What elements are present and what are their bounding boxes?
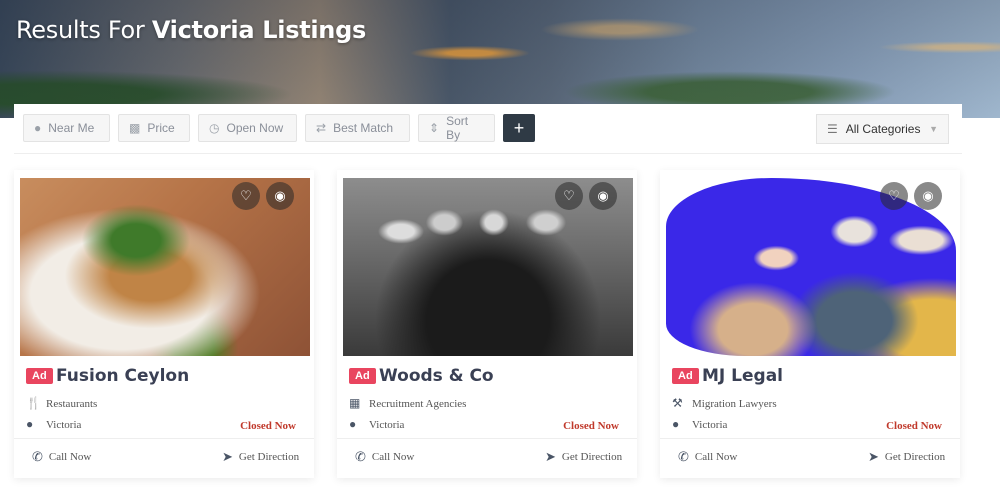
clock-icon: ◷ bbox=[209, 121, 220, 135]
listing-category[interactable]: 🍴 Restaurants bbox=[26, 396, 97, 411]
direction-label: Get Direction bbox=[238, 451, 300, 463]
sort-by-button[interactable]: ⇕ Sort By bbox=[418, 114, 495, 142]
price-button[interactable]: ▩ Price bbox=[118, 114, 190, 142]
categories-select[interactable]: ☰ All Categories ▼ bbox=[816, 114, 949, 144]
status-badge: Closed Now bbox=[886, 420, 942, 432]
map-pin-icon: ● bbox=[26, 417, 34, 431]
location-label: Victoria bbox=[369, 418, 405, 431]
chevron-down-icon: ▼ bbox=[929, 124, 938, 134]
listing-image[interactable] bbox=[343, 178, 633, 356]
listing-location: ● Victoria bbox=[26, 417, 81, 432]
money-icon: ▩ bbox=[129, 121, 141, 135]
ad-badge: Ad bbox=[349, 368, 376, 384]
near-me-label: Near Me bbox=[48, 121, 95, 135]
utensils-icon: 🍴 bbox=[26, 396, 41, 410]
call-label: Call Now bbox=[694, 451, 738, 463]
listing-image[interactable] bbox=[666, 178, 956, 356]
hero-banner: Results For Victoria Listings bbox=[0, 0, 1000, 118]
listing-location: ● Victoria bbox=[349, 417, 404, 432]
call-label: Call Now bbox=[48, 451, 92, 463]
image-blob bbox=[666, 178, 956, 356]
sort-by-label: Sort By bbox=[446, 114, 469, 142]
listing-category[interactable]: ⚒ Migration Lawyers bbox=[672, 396, 777, 411]
divider bbox=[660, 438, 960, 439]
direction-label: Get Direction bbox=[884, 451, 946, 463]
category-label: Restaurants bbox=[46, 397, 98, 410]
direction-label: Get Direction bbox=[561, 451, 623, 463]
categories-label: All Categories bbox=[845, 122, 921, 136]
map-pin-icon: ● bbox=[34, 121, 42, 135]
heart-icon[interactable]: ♡ bbox=[232, 182, 260, 210]
listing-location: ● Victoria bbox=[672, 417, 727, 432]
call-now-button[interactable]: ✆ Call Now bbox=[32, 449, 91, 465]
divider bbox=[14, 438, 314, 439]
listing-card[interactable]: ♡ ◉ Ad MJ Legal ⚒ Migration Lawyers ● Vict… bbox=[660, 170, 960, 478]
get-direction-button[interactable]: ➤ Get Direction bbox=[222, 449, 299, 465]
listing-title[interactable]: Woods & Co bbox=[379, 366, 494, 386]
open-now-button[interactable]: ◷ Open Now bbox=[198, 114, 297, 142]
best-match-label: Best Match bbox=[333, 121, 394, 135]
direction-icon: ➤ bbox=[868, 449, 879, 464]
listing-card[interactable]: ♡ ◉ Ad Woods & Co ▦ Recruitment Agencies … bbox=[337, 170, 637, 478]
ad-badge: Ad bbox=[26, 368, 53, 384]
phone-icon: ✆ bbox=[355, 449, 366, 464]
listing-title[interactable]: Fusion Ceylon bbox=[56, 366, 189, 386]
listing-title[interactable]: MJ Legal bbox=[702, 366, 783, 386]
heart-icon[interactable]: ♡ bbox=[555, 182, 583, 210]
filter-bar: ● Near Me ▩ Price ◷ Open Now ⇄ Best Match ⇕ S… bbox=[14, 104, 962, 154]
status-badge: Closed Now bbox=[240, 420, 296, 432]
price-label: Price bbox=[147, 121, 175, 135]
category-label: Recruitment Agencies bbox=[369, 397, 467, 410]
gavel-icon: ⚒ bbox=[672, 396, 683, 410]
ad-badge: Ad bbox=[672, 368, 699, 384]
location-label: Victoria bbox=[692, 418, 728, 431]
call-now-button[interactable]: ✆ Call Now bbox=[355, 449, 414, 465]
status-badge: Closed Now bbox=[563, 420, 619, 432]
best-match-button[interactable]: ⇄ Best Match bbox=[305, 114, 410, 142]
get-direction-button[interactable]: ➤ Get Direction bbox=[868, 449, 945, 465]
more-filters-button[interactable]: + bbox=[503, 114, 535, 142]
phone-icon: ✆ bbox=[32, 449, 43, 464]
direction-icon: ➤ bbox=[545, 449, 556, 464]
title-prefix: Results For bbox=[16, 16, 152, 44]
map-pin-icon: ● bbox=[349, 417, 357, 431]
sort-icon: ⇕ bbox=[429, 121, 440, 135]
divider bbox=[337, 438, 637, 439]
eye-icon[interactable]: ◉ bbox=[266, 182, 294, 210]
near-me-button[interactable]: ● Near Me bbox=[23, 114, 110, 142]
category-label: Migration Lawyers bbox=[692, 397, 777, 410]
listing-image[interactable] bbox=[20, 178, 310, 356]
open-now-label: Open Now bbox=[226, 121, 284, 135]
call-now-button[interactable]: ✆ Call Now bbox=[678, 449, 737, 465]
page-title: Results For Victoria Listings bbox=[16, 16, 366, 44]
get-direction-button[interactable]: ➤ Get Direction bbox=[545, 449, 622, 465]
eye-icon[interactable]: ◉ bbox=[914, 182, 942, 210]
listing-category[interactable]: ▦ Recruitment Agencies bbox=[349, 396, 466, 411]
eye-icon[interactable]: ◉ bbox=[589, 182, 617, 210]
shuffle-icon: ⇄ bbox=[316, 121, 327, 135]
direction-icon: ➤ bbox=[222, 449, 233, 464]
heart-icon[interactable]: ♡ bbox=[880, 182, 908, 210]
call-label: Call Now bbox=[371, 451, 415, 463]
location-label: Victoria bbox=[46, 418, 82, 431]
building-icon: ▦ bbox=[349, 396, 361, 410]
title-location: Victoria Listings bbox=[151, 16, 366, 44]
list-icon: ☰ bbox=[827, 122, 838, 136]
listing-card[interactable]: ♡ ◉ Ad Fusion Ceylon 🍴 Restaurants ● Victo… bbox=[14, 170, 314, 478]
map-pin-icon: ● bbox=[672, 417, 680, 431]
phone-icon: ✆ bbox=[678, 449, 689, 464]
